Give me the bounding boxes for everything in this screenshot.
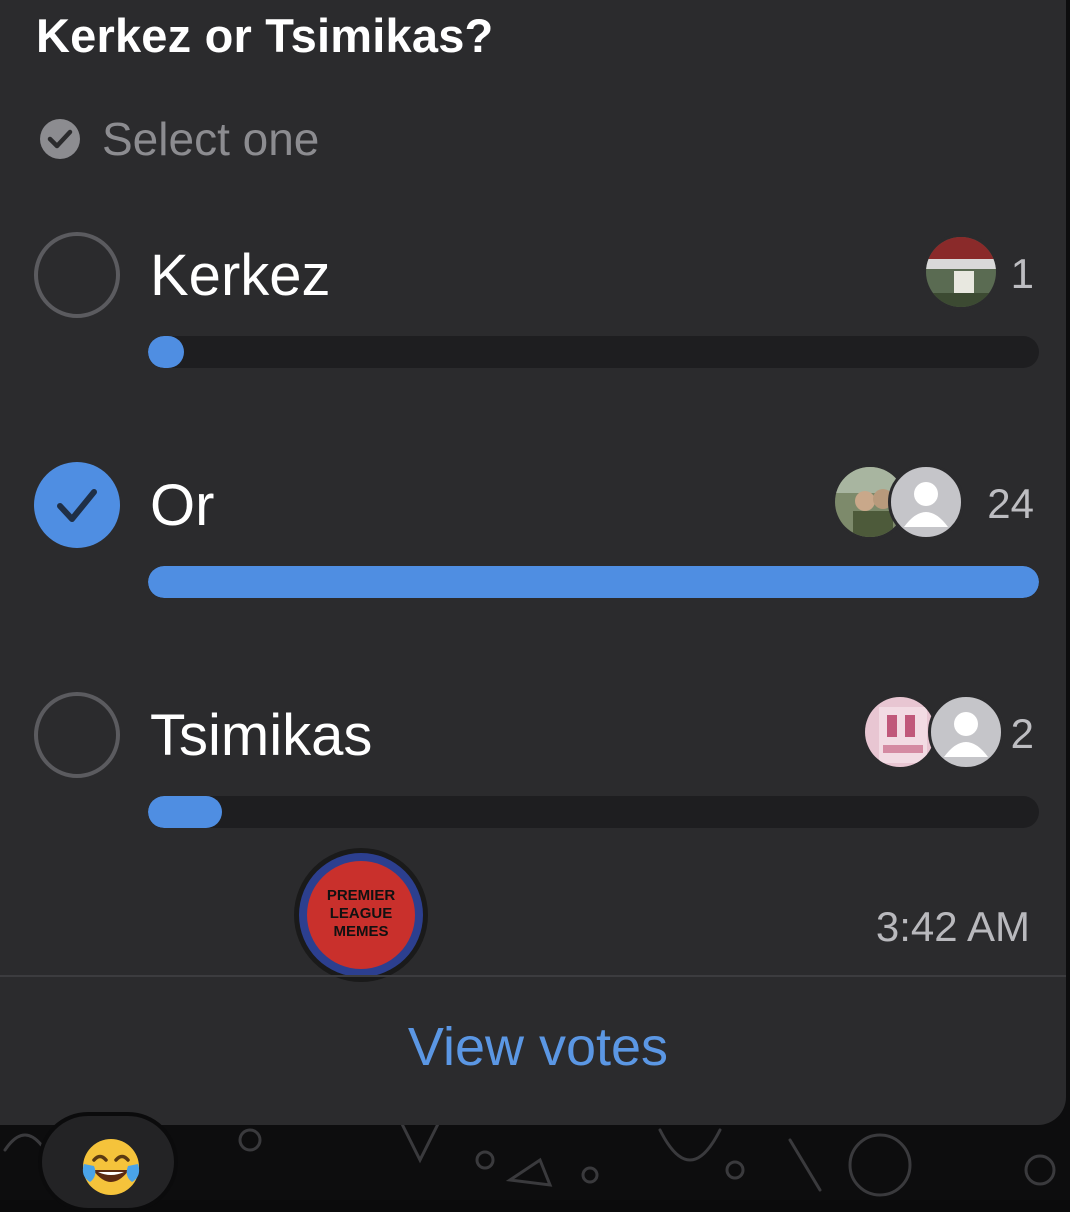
photo-avatar [862, 694, 938, 770]
vote-count: 2 [1010, 710, 1034, 757]
photo-avatar [923, 234, 999, 310]
premier-league-memes-logo: PREMIER LEAGUE MEMES [294, 848, 428, 982]
progress-track [148, 796, 1039, 828]
poll-option-or[interactable]: Or 24 [0, 462, 1066, 622]
poll-message-card: Kerkez or Tsimikas? Select one Kerkez 1 [0, 0, 1066, 1125]
progress-fill [148, 566, 1039, 598]
progress-fill [148, 796, 222, 828]
svg-text:MEMES: MEMES [333, 923, 388, 940]
reaction-pill[interactable] [38, 1112, 178, 1212]
radio-button[interactable] [34, 232, 120, 318]
svg-text:LEAGUE: LEAGUE [330, 905, 393, 922]
check-circle-icon [40, 119, 80, 159]
progress-track [148, 336, 1039, 368]
option-label: Or [150, 473, 215, 538]
view-votes-button[interactable]: View votes [0, 1016, 1070, 1078]
face-with-tears-of-joy-icon [82, 1139, 140, 1195]
progress-fill [148, 336, 184, 368]
vote-count: 1 [1010, 250, 1034, 297]
vote-count: 24 [987, 480, 1034, 527]
progress-track [148, 566, 1039, 598]
svg-text:PREMIER: PREMIER [327, 887, 396, 904]
divider [0, 975, 1066, 977]
checkmark-icon [57, 489, 97, 522]
poll-option-tsimikas[interactable]: Tsimikas 2 [0, 692, 1066, 852]
radio-button-checked[interactable] [34, 462, 120, 548]
select-hint-label: Select one [102, 113, 320, 165]
option-label: Kerkez [150, 243, 331, 308]
select-hint: Select one [38, 113, 320, 165]
radio-button[interactable] [34, 692, 120, 778]
message-timestamp: 3:42 AM [875, 903, 1030, 950]
default-person-avatar [888, 464, 964, 540]
poll-option-kerkez[interactable]: Kerkez 1 [0, 232, 1066, 392]
option-label: Tsimikas [150, 703, 373, 768]
default-person-avatar [928, 694, 1004, 770]
poll-question: Kerkez or Tsimikas? [36, 9, 494, 62]
